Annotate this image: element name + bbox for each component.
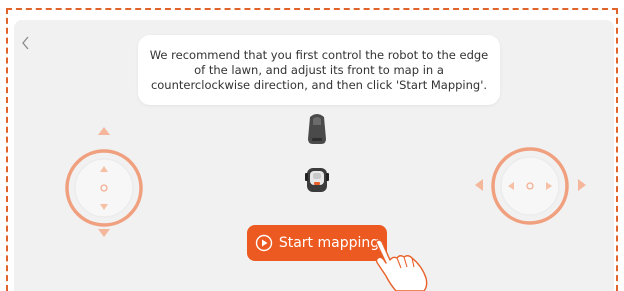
back-button[interactable] bbox=[18, 36, 34, 54]
play-circle-icon bbox=[255, 234, 273, 252]
robot-mower-front-view-icon bbox=[308, 114, 326, 144]
chevron-left-icon bbox=[22, 36, 29, 50]
left-right-joystick[interactable] bbox=[490, 146, 570, 226]
instruction-text: We recommend that you first control the … bbox=[149, 47, 489, 92]
up-arrow-icon[interactable] bbox=[97, 126, 111, 136]
robot-mower-top-view-icon bbox=[305, 168, 329, 192]
start-mapping-label: Start mapping bbox=[278, 235, 380, 251]
dashed-border-top bbox=[6, 8, 618, 10]
pointing-hand-icon bbox=[375, 239, 428, 291]
dashed-border-left bbox=[6, 8, 8, 291]
instruction-bubble: We recommend that you first control the … bbox=[138, 35, 500, 105]
left-arrow-icon[interactable] bbox=[474, 178, 484, 192]
forward-backward-joystick[interactable] bbox=[64, 148, 144, 228]
down-arrow-icon[interactable] bbox=[97, 228, 111, 238]
right-arrow-icon[interactable] bbox=[577, 178, 587, 192]
dashed-border-right bbox=[616, 8, 618, 291]
